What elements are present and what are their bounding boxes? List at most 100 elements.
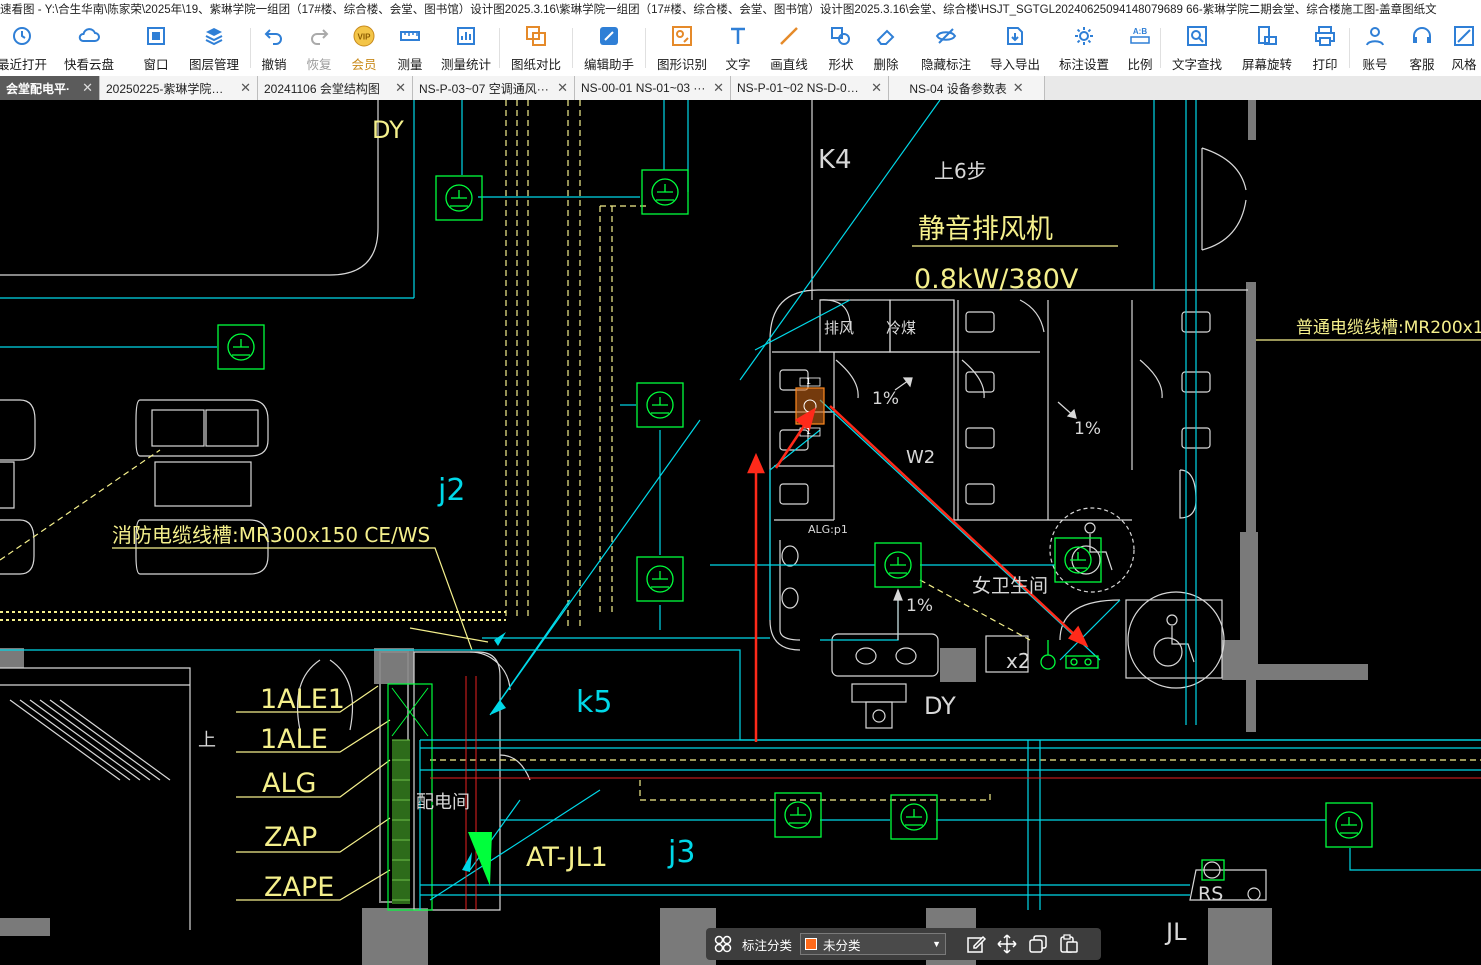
- label-up-small: 上: [198, 730, 216, 751]
- label-alg: ALG: [262, 768, 316, 799]
- label-dy-bottom: DY: [924, 692, 956, 720]
- text-icon: [731, 27, 745, 44]
- compare-icon: [526, 26, 546, 46]
- tab-zilin-20250225[interactable]: 20250225-紫琳学院二··· ✕: [100, 76, 258, 100]
- chevron-down-icon: ▼: [932, 939, 942, 949]
- account-button[interactable]: 账号: [1350, 20, 1400, 76]
- label-j3: j3: [667, 835, 695, 870]
- hide-annotation-label: 隐藏标注: [920, 58, 971, 72]
- style-button[interactable]: 风格: [1444, 20, 1481, 76]
- label-slope-3: 1%: [906, 596, 933, 616]
- tab-ns-p-01[interactable]: NS-P-01~02 NS-D-01··· ✕: [731, 76, 889, 100]
- undo-button[interactable]: 撤销: [251, 20, 297, 76]
- close-icon[interactable]: ✕: [1013, 80, 1024, 96]
- headset-icon: [1413, 27, 1431, 43]
- cad-drawing: DY K4 上6步 静音排风机 0.8kW/380V 排风 冷煤 普通电缆线槽:…: [0, 100, 1481, 965]
- customer-service-button[interactable]: 客服: [1400, 20, 1444, 76]
- edit-annotation-icon[interactable]: [965, 933, 987, 955]
- close-icon[interactable]: ✕: [395, 80, 406, 96]
- undo-icon: [264, 29, 282, 45]
- text-tool-button[interactable]: 文字: [718, 20, 758, 76]
- main-toolbar: 最近打开 快看云盘 窗口 图层管理 撤销 恢复 VIP 会员 测量 测量统计 图…: [0, 20, 1481, 77]
- shape-recognition-icon: [672, 26, 692, 46]
- style-icon: [1454, 26, 1474, 46]
- shape-label: 形状: [828, 58, 854, 72]
- edit-assistant-icon: [600, 27, 618, 45]
- tab-hall-structure[interactable]: 20241106 会堂结构图 ✕: [258, 76, 413, 100]
- paste-icon[interactable]: [1058, 933, 1080, 955]
- window-button[interactable]: 窗口: [134, 20, 178, 76]
- import-export-icon: [1007, 27, 1023, 45]
- grid-menu-icon[interactable]: [712, 933, 734, 955]
- label-j2: j2: [437, 473, 465, 508]
- import-export-button[interactable]: 导入导出: [982, 20, 1048, 76]
- drawing-compare-label: 图纸对比: [510, 58, 561, 72]
- close-icon[interactable]: ✕: [557, 80, 568, 96]
- tab-label: 会堂配电平·: [6, 81, 70, 96]
- print-button[interactable]: 打印: [1301, 20, 1349, 76]
- measure-stats-icon: [457, 27, 475, 45]
- close-icon[interactable]: ✕: [240, 80, 251, 96]
- recent-open-label: 最近打开: [0, 58, 48, 72]
- cad-drawing-canvas[interactable]: DY K4 上6步 静音排风机 0.8kW/380V 排风 冷煤 普通电缆线槽:…: [0, 100, 1481, 965]
- label-stairs-up: 上6步: [934, 159, 987, 183]
- draw-line-label: 画直线: [770, 58, 808, 72]
- measure-button[interactable]: 测量: [387, 20, 433, 76]
- label-fan-tag-1: 1: [806, 377, 811, 386]
- scale-label: 比例: [1127, 58, 1153, 72]
- tab-ns-04[interactable]: NS-04 设备参数表 ✕: [889, 76, 1045, 100]
- redo-button[interactable]: 恢复: [297, 20, 341, 76]
- label-1ale1: 1ALE1: [260, 684, 345, 715]
- label-slope-1: 1%: [872, 389, 899, 409]
- copy-icon[interactable]: [1027, 933, 1049, 955]
- close-icon[interactable]: ✕: [82, 80, 93, 96]
- vip-label: 会员: [351, 58, 377, 72]
- rotate-screen-button[interactable]: 屏幕旋转: [1233, 20, 1301, 76]
- scale-icon: A:B: [1130, 27, 1150, 44]
- tab-ns-00[interactable]: NS-00-01 NS-01~03 ··· ✕: [575, 76, 731, 100]
- text-tool-label: 文字: [725, 58, 751, 72]
- label-fan-power: 0.8kW/380V: [914, 264, 1079, 295]
- category-color-swatch: [805, 938, 818, 950]
- ruler-icon: [400, 31, 420, 41]
- measure-stats-button[interactable]: 测量统计: [433, 20, 499, 76]
- scale-button[interactable]: A:B 比例: [1120, 20, 1160, 76]
- move-icon[interactable]: [996, 933, 1018, 955]
- annotation-settings-label: 标注设置: [1058, 58, 1109, 72]
- measure-label: 测量: [397, 58, 423, 72]
- svg-text:A:B: A:B: [1133, 27, 1147, 36]
- category-select[interactable]: 未分类 ▼: [800, 933, 947, 955]
- tab-label: NS-P-01~02 NS-D-01···: [737, 81, 866, 95]
- label-exhaust: 排风: [824, 319, 854, 337]
- shape-recognition-button[interactable]: 图形识别: [646, 20, 718, 76]
- label-tray-fire: 消防电缆线槽:MR300x150 CE/WS: [112, 523, 430, 547]
- text-search-button[interactable]: 文字查找: [1161, 20, 1233, 76]
- annotation-settings-button[interactable]: 标注设置: [1048, 20, 1120, 76]
- delete-button[interactable]: 删除: [862, 20, 910, 76]
- tab-label: NS-04 设备参数表: [909, 81, 1007, 96]
- text-search-icon: [1187, 26, 1207, 46]
- tab-label: 20250225-紫琳学院二···: [106, 81, 235, 96]
- layers-icon: [205, 28, 223, 46]
- tab-hall-power-plan[interactable]: 会堂配电平· ✕: [0, 76, 100, 100]
- cloud-drive-button[interactable]: 快看云盘: [44, 20, 134, 76]
- close-icon[interactable]: ✕: [871, 80, 882, 96]
- text-search-label: 文字查找: [1171, 58, 1222, 72]
- label-1ale: 1ALE: [260, 724, 328, 755]
- recent-open-button[interactable]: 最近打开: [0, 20, 48, 76]
- close-icon[interactable]: ✕: [713, 80, 724, 96]
- draw-line-button[interactable]: 画直线: [758, 20, 820, 76]
- redo-label: 恢复: [306, 58, 332, 72]
- tab-hvac[interactable]: NS-P-03~07 空调通风··· ✕: [413, 76, 575, 100]
- tab-label: NS-P-03~07 空调通风···: [419, 81, 549, 96]
- label-at-jl1: AT-JL1: [526, 842, 608, 873]
- hide-annotation-button[interactable]: 隐藏标注: [910, 20, 982, 76]
- label-slope-2: 1%: [1074, 419, 1101, 439]
- drawing-compare-button[interactable]: 图纸对比: [500, 20, 572, 76]
- shape-button[interactable]: 形状: [820, 20, 862, 76]
- window-label: 窗口: [143, 58, 169, 72]
- layer-manager-button[interactable]: 图层管理: [178, 20, 250, 76]
- label-dy-top: DY: [372, 116, 404, 144]
- vip-button[interactable]: VIP 会员: [341, 20, 387, 76]
- edit-assistant-button[interactable]: 编辑助手: [573, 20, 645, 76]
